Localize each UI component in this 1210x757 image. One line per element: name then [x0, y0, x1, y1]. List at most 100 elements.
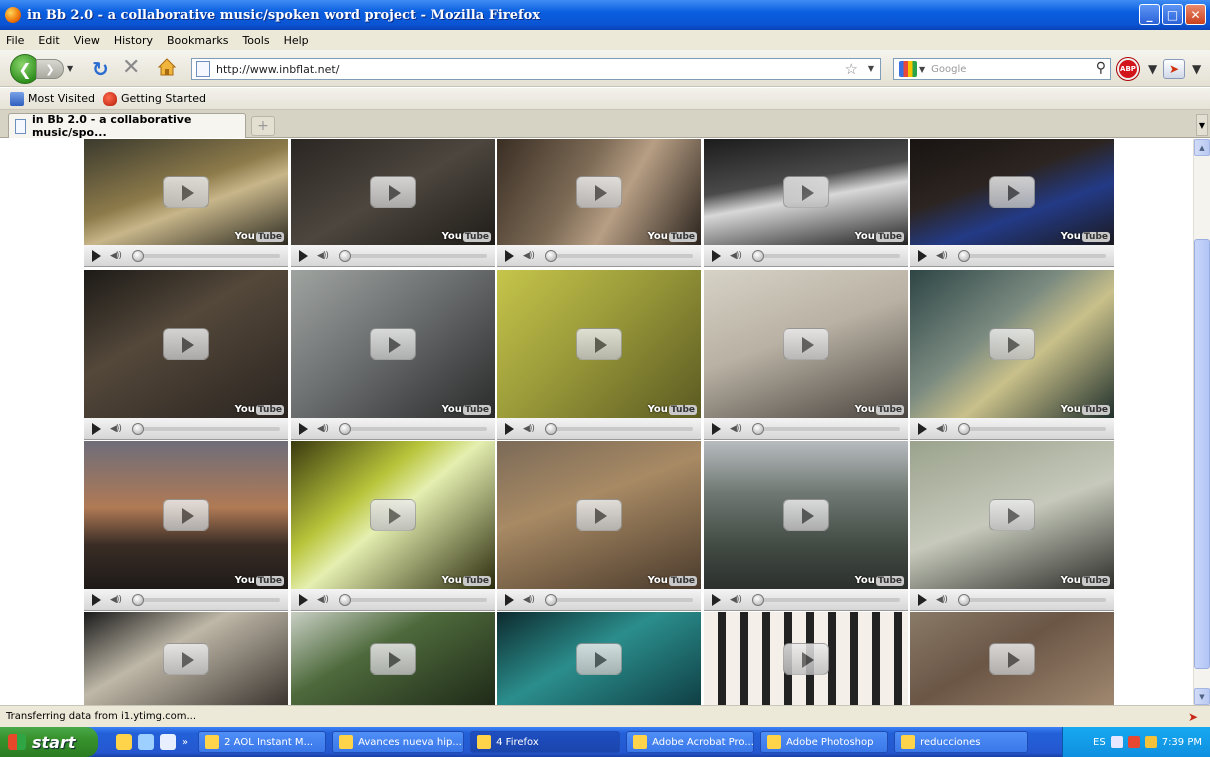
- play-icon[interactable]: [505, 249, 514, 262]
- url-text[interactable]: http://www.inbflat.net/: [216, 63, 339, 76]
- play-overlay-icon[interactable]: [163, 176, 209, 208]
- bookmark-getting-started[interactable]: Getting Started: [102, 91, 206, 106]
- play-icon[interactable]: [918, 593, 927, 606]
- video-thumbnail[interactable]: [84, 612, 288, 705]
- volume-icon[interactable]: ◀)): [730, 595, 742, 605]
- seek-bar[interactable]: [136, 598, 280, 602]
- play-icon[interactable]: [712, 249, 721, 262]
- seek-knob[interactable]: [752, 594, 764, 606]
- url-dropdown-icon[interactable]: ▼: [868, 64, 874, 73]
- video-player[interactable]: You Tube ◀)): [704, 270, 908, 440]
- video-thumbnail[interactable]: You Tube: [291, 270, 495, 418]
- menu-view[interactable]: View: [74, 34, 100, 47]
- video-player[interactable]: [291, 612, 495, 705]
- video-player[interactable]: You Tube ◀)): [910, 270, 1114, 440]
- video-player[interactable]: You Tube ◀)): [84, 441, 288, 611]
- video-player[interactable]: You Tube ◀)): [291, 441, 495, 611]
- language-indicator[interactable]: ES: [1093, 737, 1106, 748]
- play-overlay-icon[interactable]: [989, 328, 1035, 360]
- video-thumbnail[interactable]: [497, 612, 701, 705]
- network-icon[interactable]: [1110, 736, 1123, 748]
- seek-bar[interactable]: [549, 427, 693, 431]
- maximize-button[interactable]: □: [1162, 4, 1183, 25]
- seek-knob[interactable]: [958, 423, 970, 435]
- volume-icon[interactable]: ◀)): [110, 251, 122, 261]
- menu-edit[interactable]: Edit: [38, 34, 59, 47]
- play-overlay-icon[interactable]: [989, 499, 1035, 531]
- video-thumbnail[interactable]: You Tube: [497, 139, 701, 245]
- window-title-bar[interactable]: in Bb 2.0 - a collaborative music/spoken…: [0, 0, 1210, 30]
- seek-knob[interactable]: [958, 250, 970, 262]
- seek-bar[interactable]: [343, 427, 487, 431]
- play-icon[interactable]: [712, 593, 721, 606]
- video-thumbnail[interactable]: You Tube: [704, 441, 908, 589]
- seek-bar[interactable]: [962, 254, 1106, 258]
- seek-bar[interactable]: [962, 427, 1106, 431]
- engine-dropdown-icon[interactable]: ▼: [919, 65, 925, 74]
- stop-button[interactable]: ✕: [122, 55, 140, 80]
- volume-icon[interactable]: ◀)): [317, 251, 329, 261]
- volume-icon[interactable]: ◀)): [523, 595, 535, 605]
- bookmark-most-visited[interactable]: Most Visited: [10, 91, 95, 106]
- seek-knob[interactable]: [752, 423, 764, 435]
- seek-knob[interactable]: [132, 594, 144, 606]
- history-dropdown-icon[interactable]: ▼: [67, 64, 73, 73]
- seek-knob[interactable]: [339, 423, 351, 435]
- taskbar-item[interactable]: Adobe Photoshop: [760, 731, 889, 753]
- video-player[interactable]: You Tube ◀)): [704, 139, 908, 267]
- tab-list-icon[interactable]: ▼: [1196, 114, 1208, 136]
- video-thumbnail[interactable]: You Tube: [704, 270, 908, 418]
- video-player[interactable]: You Tube ◀)): [910, 441, 1114, 611]
- seek-bar[interactable]: [343, 254, 487, 258]
- play-overlay-icon[interactable]: [783, 499, 829, 531]
- video-player[interactable]: [84, 612, 288, 705]
- play-icon[interactable]: [299, 249, 308, 262]
- media-quicklaunch-icon[interactable]: [160, 734, 176, 750]
- video-player[interactable]: [497, 612, 701, 705]
- vertical-scrollbar[interactable]: ▲ ▼: [1193, 139, 1210, 705]
- seek-bar[interactable]: [549, 598, 693, 602]
- volume-icon[interactable]: ◀)): [936, 424, 948, 434]
- play-overlay-icon[interactable]: [989, 642, 1035, 675]
- seek-bar[interactable]: [136, 427, 280, 431]
- address-bar[interactable]: http://www.inbflat.net/ ☆ ▼: [191, 58, 881, 80]
- video-player[interactable]: You Tube ◀)): [84, 270, 288, 440]
- menu-file[interactable]: File: [6, 34, 24, 47]
- start-button[interactable]: start: [0, 727, 98, 757]
- security-icon[interactable]: [1127, 736, 1140, 748]
- video-thumbnail[interactable]: You Tube: [910, 139, 1114, 245]
- menu-help[interactable]: Help: [284, 34, 309, 47]
- play-icon[interactable]: [918, 249, 927, 262]
- volume-icon[interactable]: ◀)): [523, 424, 535, 434]
- seek-bar[interactable]: [756, 598, 900, 602]
- volume-icon[interactable]: ◀)): [730, 251, 742, 261]
- minimize-button[interactable]: _: [1139, 4, 1160, 25]
- play-icon[interactable]: [712, 422, 721, 435]
- video-player[interactable]: You Tube ◀)): [497, 270, 701, 440]
- play-overlay-icon[interactable]: [576, 499, 622, 531]
- seek-knob[interactable]: [752, 250, 764, 262]
- adblock-dropdown-icon[interactable]: ▼: [1148, 62, 1157, 76]
- video-thumbnail[interactable]: You Tube: [291, 441, 495, 589]
- volume-icon[interactable]: ◀)): [936, 251, 948, 261]
- forward-button[interactable]: ❯: [36, 59, 64, 79]
- video-player[interactable]: [910, 612, 1114, 705]
- play-icon[interactable]: [505, 422, 514, 435]
- tab-inbflat[interactable]: in Bb 2.0 - a collaborative music/spo...: [8, 113, 246, 139]
- video-player[interactable]: You Tube ◀)): [291, 139, 495, 267]
- volume-icon[interactable]: ◀)): [936, 595, 948, 605]
- seek-bar[interactable]: [756, 254, 900, 258]
- play-overlay-icon[interactable]: [370, 499, 416, 531]
- seek-knob[interactable]: [339, 250, 351, 262]
- volume-icon[interactable]: ◀)): [730, 424, 742, 434]
- play-overlay-icon[interactable]: [370, 176, 416, 208]
- video-player[interactable]: You Tube ◀)): [497, 139, 701, 267]
- close-button[interactable]: ✕: [1185, 4, 1206, 25]
- seek-knob[interactable]: [339, 594, 351, 606]
- video-thumbnail[interactable]: You Tube: [910, 270, 1114, 418]
- taskbar-item[interactable]: Avances nueva hip...: [332, 731, 465, 753]
- seek-knob[interactable]: [545, 594, 557, 606]
- play-overlay-icon[interactable]: [783, 642, 829, 675]
- volume-icon[interactable]: ◀)): [317, 595, 329, 605]
- desktop-quicklaunch-icon[interactable]: [138, 734, 154, 750]
